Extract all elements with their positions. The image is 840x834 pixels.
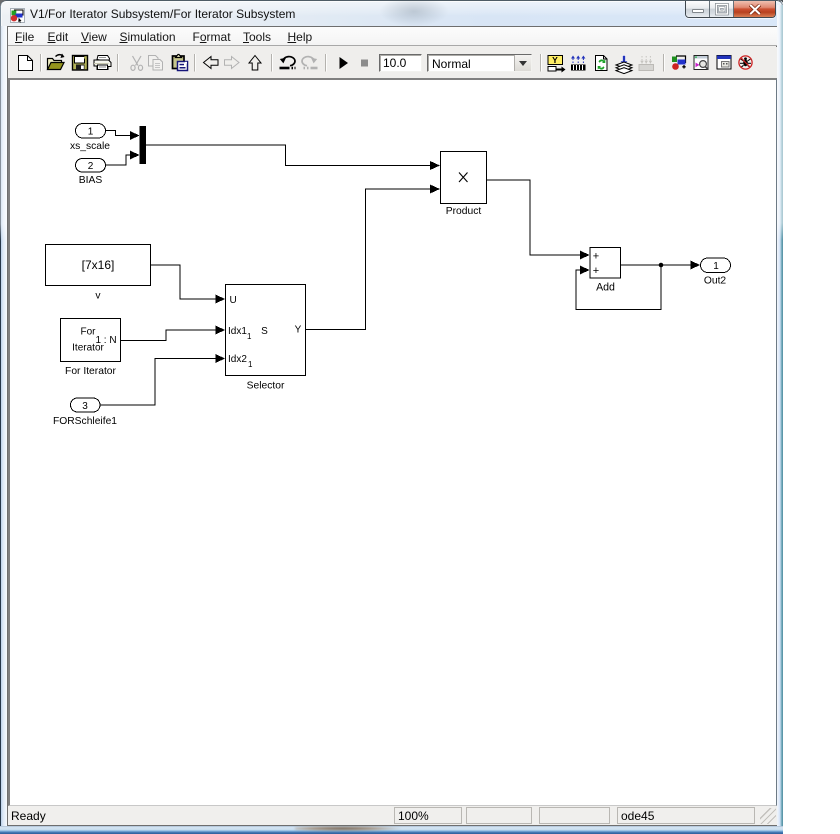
svg-text:Idx1: Idx1 [228, 326, 247, 337]
svg-text:Add: Add [596, 282, 615, 294]
svg-text:+: + [593, 265, 599, 277]
svg-text:2: 2 [88, 161, 94, 172]
svg-text:1 : N: 1 : N [95, 335, 116, 346]
svg-text:+: + [593, 251, 599, 263]
svg-text:Out2: Out2 [704, 276, 727, 287]
svg-text:Idx2: Idx2 [228, 354, 247, 365]
svg-text:For Iterator: For Iterator [65, 366, 116, 377]
svg-text:S: S [261, 326, 268, 337]
svg-text:Selector: Selector [247, 381, 285, 392]
svg-text:BIAS: BIAS [79, 175, 103, 186]
svg-text:1: 1 [713, 261, 719, 272]
svg-text:1: 1 [248, 360, 253, 369]
svg-text:3: 3 [82, 401, 88, 412]
svg-text:[7x16]: [7x16] [82, 258, 115, 272]
svg-text:Product: Product [446, 206, 482, 217]
svg-text:For: For [81, 327, 97, 338]
svg-text:Y: Y [295, 325, 302, 336]
svg-text:1: 1 [247, 332, 252, 341]
svg-text:xs_scale: xs_scale [70, 141, 110, 152]
svg-text:U: U [230, 295, 237, 306]
svg-text:Y: Y [552, 55, 558, 65]
svg-text:v: v [95, 291, 101, 302]
svg-text:1: 1 [88, 127, 94, 138]
svg-text:FORSchleife1: FORSchleife1 [53, 416, 117, 427]
